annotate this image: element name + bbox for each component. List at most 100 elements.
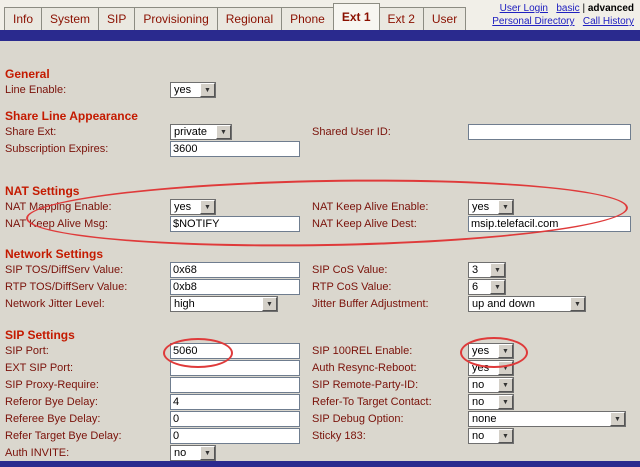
form-row: Auth INVITE: no▼ [0, 445, 640, 462]
sip-remote-party-id-label: SIP Remote-Party-ID: [312, 379, 418, 391]
dropdown-arrow-icon: ▼ [498, 200, 513, 214]
form-row: NAT Keep Alive Msg: NAT Keep Alive Dest: [0, 216, 640, 233]
form-row: EXT SIP Port: Auth Resync-Reboot: yes▼ [0, 360, 640, 377]
user-login-link[interactable]: User Login [500, 3, 548, 14]
nat-keep-alive-dest-label: NAT Keep Alive Dest: [312, 218, 417, 230]
top-divider-bar [0, 30, 640, 41]
section-header-share-line-appearance: Share Line Appearance [0, 109, 640, 124]
sip-debug-option-label: SIP Debug Option: [312, 413, 404, 425]
tab-info[interactable]: Info [4, 7, 42, 30]
dropdown-arrow-icon: ▼ [498, 429, 513, 443]
form-row: Network Jitter Level: high▼ Jitter Buffe… [0, 296, 640, 313]
network-jitter-level-label: Network Jitter Level: [5, 298, 105, 310]
dropdown-arrow-icon: ▼ [498, 378, 513, 392]
form-row: Refer Target Bye Delay: Sticky 183: no▼ [0, 428, 640, 445]
top-strip: Info System SIP Provisioning Regional Ph… [0, 0, 640, 30]
form-row: SIP Port: SIP 100REL Enable: yes▼ [0, 343, 640, 360]
nat-keep-alive-enable-label: NAT Keep Alive Enable: [312, 201, 428, 213]
nat-keep-alive-msg-label: NAT Keep Alive Msg: [5, 218, 108, 230]
sip-port-input[interactable] [170, 343, 300, 359]
sip-cos-label: SIP CoS Value: [312, 264, 387, 276]
section-header-sip-settings: SIP Settings [0, 328, 640, 343]
sip-port-label: SIP Port: [5, 345, 49, 357]
rtp-cos-select[interactable]: 6▼ [468, 279, 506, 295]
tab-system[interactable]: System [41, 7, 99, 30]
nat-keep-alive-msg-input[interactable] [170, 216, 300, 232]
personal-directory-link[interactable]: Personal Directory [492, 16, 574, 27]
sip-tos-input[interactable] [170, 262, 300, 278]
sip-remote-party-id-select[interactable]: no▼ [468, 377, 514, 393]
dropdown-arrow-icon: ▼ [200, 200, 215, 214]
refer-to-target-contact-select[interactable]: no▼ [468, 394, 514, 410]
tab-bar: Info System SIP Provisioning Regional Ph… [4, 3, 465, 30]
jitter-buffer-adjustment-label: Jitter Buffer Adjustment: [312, 298, 429, 310]
refer-target-bye-delay-input[interactable] [170, 428, 300, 444]
sip-debug-option-select[interactable]: none▼ [468, 411, 626, 427]
jitter-buffer-adjustment-select[interactable]: up and down▼ [468, 296, 586, 312]
tab-ext1[interactable]: Ext 1 [333, 3, 380, 30]
subscription-expires-label: Subscription Expires: [5, 143, 108, 155]
auth-resync-reboot-select[interactable]: yes▼ [468, 360, 514, 376]
referor-bye-delay-input[interactable] [170, 394, 300, 410]
form-row: SIP TOS/DiffServ Value: SIP CoS Value: 3… [0, 262, 640, 279]
tab-regional[interactable]: Regional [217, 7, 282, 30]
header-links: User Login basic | advanced Personal Dir… [492, 2, 634, 28]
auth-resync-reboot-label: Auth Resync-Reboot: [312, 362, 417, 374]
referee-bye-delay-input[interactable] [170, 411, 300, 427]
line-enable-label: Line Enable: [5, 84, 66, 96]
nat-keep-alive-dest-input[interactable] [468, 216, 631, 232]
dropdown-arrow-icon: ▼ [262, 297, 277, 311]
tab-sip[interactable]: SIP [98, 7, 135, 30]
sticky-183-select[interactable]: no▼ [468, 428, 514, 444]
section-header-general: General [0, 67, 640, 82]
form-row: RTP TOS/DiffServ Value: RTP CoS Value: 6… [0, 279, 640, 296]
auth-invite-select[interactable]: no▼ [170, 445, 216, 461]
bottom-divider-bar [0, 461, 640, 467]
section-header-nat-settings: NAT Settings [0, 184, 640, 199]
form-row: Subscription Expires: [0, 141, 640, 158]
form-row: Share Ext: private▼ Shared User ID: [0, 124, 640, 141]
network-jitter-level-select[interactable]: high▼ [170, 296, 278, 312]
dropdown-arrow-icon: ▼ [498, 395, 513, 409]
line-enable-select[interactable]: yes▼ [170, 82, 216, 98]
form-row: Referor Bye Delay: Refer-To Target Conta… [0, 394, 640, 411]
rtp-tos-input[interactable] [170, 279, 300, 295]
dropdown-arrow-icon: ▼ [490, 263, 505, 277]
basic-view-link[interactable]: basic [556, 3, 579, 14]
nat-mapping-enable-select[interactable]: yes▼ [170, 199, 216, 215]
advanced-view-label: advanced [588, 3, 634, 14]
nat-mapping-enable-label: NAT Mapping Enable: [5, 201, 112, 213]
settings-form: General Line Enable: yes▼ Share Line App… [0, 41, 640, 467]
sip-cos-select[interactable]: 3▼ [468, 262, 506, 278]
share-ext-select[interactable]: private▼ [170, 124, 232, 140]
sticky-183-label: Sticky 183: [312, 430, 366, 442]
nat-keep-alive-enable-select[interactable]: yes▼ [468, 199, 514, 215]
dropdown-arrow-icon: ▼ [216, 125, 231, 139]
tab-provisioning[interactable]: Provisioning [134, 7, 217, 30]
sip-proxy-require-input[interactable] [170, 377, 300, 393]
shared-user-id-input[interactable] [468, 124, 631, 140]
rtp-cos-label: RTP CoS Value: [312, 281, 392, 293]
form-row: SIP Proxy-Require: SIP Remote-Party-ID: … [0, 377, 640, 394]
link-divider: | [582, 3, 585, 14]
tab-phone[interactable]: Phone [281, 7, 334, 30]
share-ext-label: Share Ext: [5, 126, 56, 138]
tab-user[interactable]: User [423, 7, 466, 30]
ext-sip-port-input[interactable] [170, 360, 300, 376]
tab-ext2[interactable]: Ext 2 [379, 7, 424, 30]
login-mode-line: User Login basic | advanced [492, 2, 634, 15]
call-history-link[interactable]: Call History [583, 16, 634, 27]
form-row: Referee Bye Delay: SIP Debug Option: non… [0, 411, 640, 428]
rtp-tos-label: RTP TOS/DiffServ Value: [5, 281, 127, 293]
directory-line: Personal Directory Call History [492, 15, 634, 28]
subscription-expires-input[interactable] [170, 141, 300, 157]
sip-100rel-enable-select[interactable]: yes▼ [468, 343, 514, 359]
sip-tos-label: SIP TOS/DiffServ Value: [5, 264, 123, 276]
form-row: Line Enable: yes▼ [0, 82, 640, 99]
ext-sip-port-label: EXT SIP Port: [5, 362, 73, 374]
auth-invite-label: Auth INVITE: [5, 447, 69, 459]
dropdown-arrow-icon: ▼ [610, 412, 625, 426]
sip-proxy-require-label: SIP Proxy-Require: [5, 379, 99, 391]
form-row: NAT Mapping Enable: yes▼ NAT Keep Alive … [0, 199, 640, 216]
refer-to-target-contact-label: Refer-To Target Contact: [312, 396, 432, 408]
